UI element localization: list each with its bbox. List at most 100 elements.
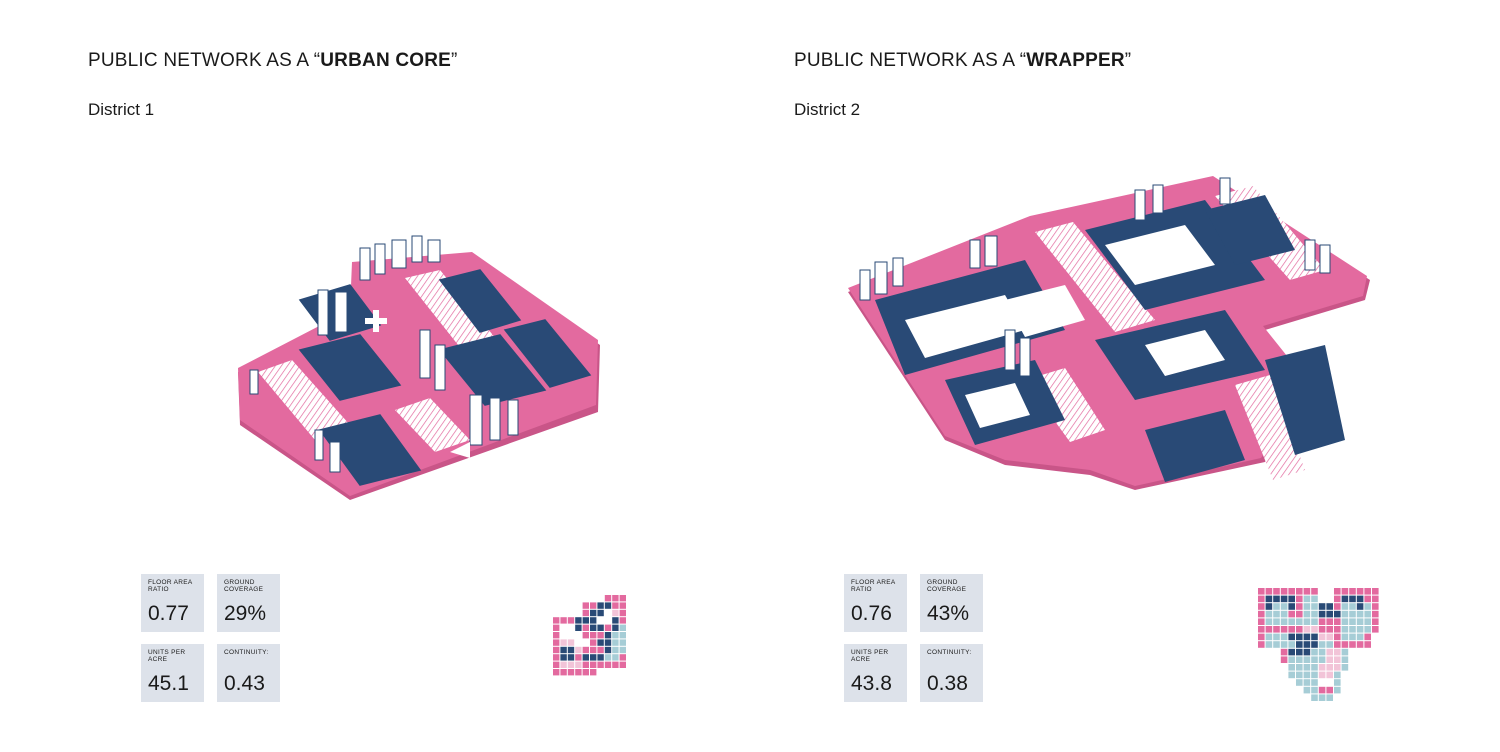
- pixel-cell: [1334, 603, 1341, 610]
- pixel-cell: [1280, 588, 1288, 595]
- pixel-cell: [575, 617, 582, 624]
- pixel-cell: [597, 654, 604, 661]
- pixel-cell: [1265, 603, 1273, 610]
- pixel-cell: [1296, 588, 1303, 595]
- pixel-cell: [1311, 626, 1318, 633]
- pixel-cell: [1318, 641, 1326, 648]
- pixel-cell: [1258, 595, 1265, 603]
- pixel-cell: [1326, 610, 1333, 618]
- pixel-cell: [1326, 671, 1333, 679]
- pixel-cell: [1318, 633, 1326, 641]
- pixel-cell: [1318, 610, 1326, 618]
- pixel-cell: [1273, 618, 1280, 625]
- pixel-cell: [604, 646, 612, 654]
- pixel-cell: [590, 669, 597, 676]
- pixel-cell: [567, 654, 575, 661]
- pixel-cell: [1303, 671, 1311, 679]
- pixel-cell: [1372, 588, 1379, 595]
- pixel-cell: [604, 632, 612, 639]
- pixel-cell: [1356, 641, 1364, 648]
- pixel-cell: [1364, 618, 1371, 625]
- pixel-cell: [1349, 626, 1356, 633]
- pixel-cell: [553, 646, 560, 654]
- pixel-cell: [1349, 588, 1356, 595]
- pixel-cell: [1311, 648, 1318, 656]
- pixel-cell: [1356, 626, 1364, 633]
- pixel-cell: [1303, 626, 1311, 633]
- pixel-cell: [582, 602, 589, 609]
- pixel-cell: [1258, 610, 1265, 618]
- pixel-cell: [619, 595, 626, 602]
- pixel-cell: [619, 609, 626, 617]
- pixel-cell: [1303, 648, 1311, 656]
- pixel-cell: [1311, 618, 1318, 625]
- pixel-cell: [1356, 633, 1364, 641]
- pixel-cell: [1318, 664, 1326, 671]
- pixel-cell: [1318, 626, 1326, 633]
- pixel-cell: [1341, 633, 1349, 641]
- pixel-cell: [582, 654, 589, 661]
- pixel-cell: [582, 669, 589, 676]
- pixel-cell: [1303, 679, 1311, 686]
- pixel-cell: [1258, 618, 1265, 625]
- pixel-cell: [553, 654, 560, 661]
- pixel-cell: [1334, 656, 1341, 663]
- pixel-cell: [619, 602, 626, 609]
- pixel-cell: [1311, 679, 1318, 686]
- pixel-cell: [1341, 648, 1349, 656]
- pixel-cell: [1341, 664, 1349, 671]
- pixel-cell: [612, 654, 619, 661]
- pixel-cell: [619, 624, 626, 631]
- continuity-card: CONTINUITY: 0.38: [920, 644, 983, 702]
- pixel-cell: [1296, 648, 1303, 656]
- pixel-cell: [1364, 595, 1371, 603]
- pixel-cell: [1311, 656, 1318, 663]
- pixel-cell: [1326, 588, 1333, 595]
- pixel-cell: [1258, 633, 1265, 641]
- pixel-cell: [1318, 694, 1326, 701]
- pixel-cell: [590, 646, 597, 654]
- pixel-cell: [1326, 686, 1333, 694]
- pixel-cell: [1280, 641, 1288, 648]
- pixel-cell: [590, 617, 597, 624]
- pixel-cell: [590, 632, 597, 639]
- pixel-cell: [619, 632, 626, 639]
- pixel-cell: [1296, 626, 1303, 633]
- pixel-cell: [553, 669, 560, 676]
- pixel-cell: [1288, 656, 1295, 663]
- pixel-cell: [1341, 588, 1349, 595]
- pixel-cell: [1341, 610, 1349, 618]
- pixel-cell: [1334, 641, 1341, 648]
- pixel-cell: [597, 602, 604, 609]
- pixel-cell: [1303, 633, 1311, 641]
- pixel-cell: [1334, 588, 1341, 595]
- pixel-cell: [1311, 595, 1318, 603]
- pixel-cell: [560, 639, 567, 646]
- ground-coverage-card: GROUND COVERAGE 29%: [217, 574, 280, 632]
- pixel-cell: [1364, 633, 1371, 641]
- pixel-cell: [1303, 664, 1311, 671]
- pixel-cell: [560, 654, 567, 661]
- pixel-cell: [612, 632, 619, 639]
- pixel-cell: [1311, 686, 1318, 694]
- pixel-cell: [1349, 595, 1356, 603]
- pixel-cell: [1349, 641, 1356, 648]
- pixel-cell: [582, 609, 589, 617]
- pixel-cell: [1364, 603, 1371, 610]
- pixel-cell: [1311, 633, 1318, 641]
- units-per-acre-card: UNITS PER ACRE 45.1: [141, 644, 204, 702]
- units-per-acre-card: UNITS PER ACRE 43.8: [844, 644, 907, 702]
- pixel-cell: [1280, 648, 1288, 656]
- pixel-cell: [582, 624, 589, 631]
- ground-coverage-card: GROUND COVERAGE 43%: [920, 574, 983, 632]
- pixel-cell: [1326, 648, 1333, 656]
- pixel-cell: [1288, 633, 1295, 641]
- pixel-cell: [590, 602, 597, 609]
- pixel-cell: [1258, 588, 1265, 595]
- pixel-cell: [1334, 679, 1341, 686]
- district-1-stats: FLOOR AREA RATIO 0.77 GROUND COVERAGE 29…: [141, 574, 281, 704]
- pixel-cell: [1303, 618, 1311, 625]
- pixel-cell: [604, 639, 612, 646]
- pixel-cell: [1326, 618, 1333, 625]
- pixel-cell: [553, 632, 560, 639]
